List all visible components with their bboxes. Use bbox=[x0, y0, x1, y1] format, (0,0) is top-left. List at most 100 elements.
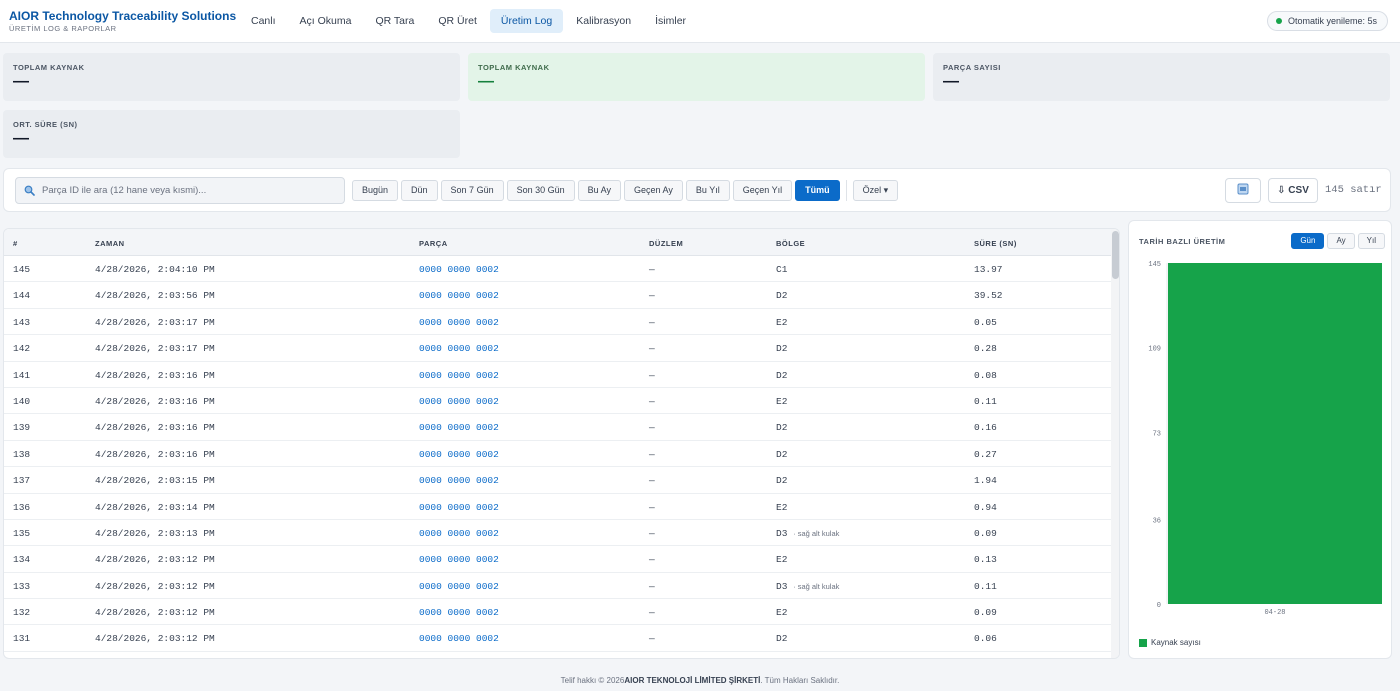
cell-time: 4/28/2026, 2:03:12 PM bbox=[95, 633, 215, 645]
cell-duration: 0.09 bbox=[974, 527, 997, 539]
table-row[interactable]: 132 4/28/2026, 2:03:12 PM 0000 0000 0002 — E… bbox=[4, 599, 1111, 626]
table-row[interactable]: 142 4/28/2026, 2:03:17 PM 0000 0000 0002 — D… bbox=[4, 335, 1111, 362]
cell-part-id[interactable]: 0000 0000 0002 bbox=[419, 554, 499, 565]
cell-duration: 0.16 bbox=[974, 422, 997, 434]
cell-part-id[interactable]: 0000 0000 0002 bbox=[419, 449, 499, 460]
cell-index: 133 bbox=[13, 580, 31, 592]
cell-part-id[interactable]: 0000 0000 0002 bbox=[419, 396, 499, 407]
range-button[interactable]: Dün bbox=[401, 180, 438, 201]
cell-time: 4/28/2026, 2:04:10 PM bbox=[95, 264, 215, 275]
cell-time: 4/28/2026, 2:03:17 PM bbox=[95, 343, 215, 355]
table-row[interactable]: 134 4/28/2026, 2:03:12 PM 0000 0000 0002 — E… bbox=[4, 546, 1111, 573]
range-button[interactable]: Bu Ay bbox=[577, 180, 621, 201]
table-row[interactable]: 136 4/28/2026, 2:03:14 PM 0000 0000 0002 — E… bbox=[4, 494, 1111, 520]
cell-index: 141 bbox=[13, 369, 31, 381]
cell-index: 137 bbox=[13, 475, 31, 487]
scrollbar-thumb[interactable] bbox=[1112, 231, 1119, 279]
table-scrollbar[interactable] bbox=[1111, 229, 1119, 658]
range-button[interactable]: Bu Yıl bbox=[685, 180, 730, 201]
nav-tab[interactable]: Canlı bbox=[240, 9, 287, 33]
chart-title: TARİH BAZLI ÜRETİM bbox=[1139, 237, 1226, 246]
cell-duration: 0.09 bbox=[974, 607, 997, 619]
cell-plane: — bbox=[649, 290, 655, 302]
table-row[interactable]: 138 4/28/2026, 2:03:16 PM 0000 0000 0002 — D… bbox=[4, 441, 1111, 468]
cell-part-id[interactable]: 0000 0000 0002 bbox=[419, 343, 499, 354]
cell-index: 135 bbox=[13, 527, 31, 539]
csv-export-button[interactable]: ⇩ CSV bbox=[1268, 178, 1318, 203]
stat-card-part-count: PARÇA SAYISI — bbox=[933, 53, 1390, 101]
cell-part-id[interactable]: 0000 0000 0002 bbox=[419, 607, 499, 618]
region-code: D2 bbox=[776, 448, 788, 460]
granularity-button[interactable]: Yıl bbox=[1357, 233, 1385, 249]
cell-time: 4/28/2026, 2:03:16 PM bbox=[95, 395, 215, 407]
cell-part-id[interactable]: 0000 0000 0002 bbox=[419, 370, 499, 381]
main-nav: Canlı Açı Okuma QR Tara QR Üret Üretim Log Ka… bbox=[240, 9, 697, 33]
nav-tab[interactable]: Açı Okuma bbox=[289, 9, 363, 33]
cell-duration: 0.11 bbox=[974, 580, 997, 592]
auto-refresh-badge[interactable]: Otomatik yenileme: 5s bbox=[1266, 11, 1388, 31]
cell-plane: — bbox=[649, 475, 655, 487]
search-input[interactable] bbox=[42, 185, 322, 196]
table-row[interactable]: 145 4/28/2026, 2:04:10 PM 0000 0000 0002 — C… bbox=[4, 256, 1111, 283]
table-header: # ZAMAN PARÇA DÜZLEM BÖLGE SÜRE (SN) bbox=[4, 229, 1111, 256]
cell-part-id[interactable]: 0000 0000 0002 bbox=[419, 317, 499, 328]
stat-card-label: TOPLAM KAYNAK bbox=[13, 63, 85, 72]
nav-tab[interactable]: Üretim Log bbox=[489, 9, 564, 33]
col-header-part: PARÇA bbox=[419, 239, 448, 248]
region-code: D2 bbox=[776, 422, 788, 434]
table-row[interactable]: 141 4/28/2026, 2:03:16 PM 0000 0000 0002 — D… bbox=[4, 362, 1111, 388]
range-button[interactable]: Geçen Ay bbox=[623, 180, 683, 201]
table-row[interactable]: 133 4/28/2026, 2:03:12 PM 0000 0000 0002 — D… bbox=[4, 573, 1111, 600]
range-button[interactable]: Son 30 Gün bbox=[506, 180, 575, 201]
table-row[interactable]: 131 4/28/2026, 2:03:12 PM 0000 0000 0002 — D… bbox=[4, 625, 1111, 652]
table-row[interactable]: 135 4/28/2026, 2:03:13 PM 0000 0000 0002 — D… bbox=[4, 520, 1111, 547]
cell-part-id[interactable]: 0000 0000 0002 bbox=[419, 581, 499, 592]
nav-tab[interactable]: QR Üret bbox=[427, 9, 488, 33]
x-tick-label: 04-28 bbox=[1264, 609, 1285, 617]
table-row[interactable]: 140 4/28/2026, 2:03:16 PM 0000 0000 0002 — E… bbox=[4, 388, 1111, 415]
range-button[interactable]: Son 7 Gün bbox=[440, 180, 504, 201]
range-button[interactable]: Bugün bbox=[352, 180, 399, 201]
region-code: E2 bbox=[776, 554, 788, 566]
table-row[interactable]: 144 4/28/2026, 2:03:56 PM 0000 0000 0002 — D… bbox=[4, 282, 1111, 309]
cell-time: 4/28/2026, 2:03:56 PM bbox=[95, 290, 215, 302]
search-box[interactable] bbox=[15, 177, 345, 204]
table-body: 145 4/28/2026, 2:04:10 PM 0000 0000 0002 — C… bbox=[4, 256, 1111, 652]
granularity-button[interactable]: Ay bbox=[1327, 233, 1355, 249]
brand-title: AIOR Technology Traceability Solutions bbox=[9, 9, 237, 23]
app-header: AIOR Technology Traceability Solutions Ü… bbox=[0, 0, 1400, 43]
table-row[interactable]: 137 4/28/2026, 2:03:15 PM 0000 0000 0002 — D… bbox=[4, 467, 1111, 494]
print-button[interactable] bbox=[1225, 178, 1261, 203]
range-button[interactable]: Tümü bbox=[795, 180, 840, 201]
granularity-button[interactable]: Gün bbox=[1291, 233, 1325, 249]
table-row[interactable]: 139 4/28/2026, 2:03:16 PM 0000 0000 0002 — D… bbox=[4, 414, 1111, 441]
y-tick-label: 109 bbox=[1148, 346, 1161, 354]
cell-plane: — bbox=[649, 448, 655, 460]
nav-tab[interactable]: İsimler bbox=[644, 9, 697, 33]
cell-plane: — bbox=[649, 264, 655, 275]
nav-tab[interactable]: Kalibrasyon bbox=[565, 9, 642, 33]
cell-part-id[interactable]: 0000 0000 0002 bbox=[419, 422, 499, 433]
cell-part-id[interactable]: 0000 0000 0002 bbox=[419, 633, 499, 644]
cell-plane: — bbox=[649, 607, 655, 619]
cell-index: 134 bbox=[13, 554, 31, 566]
y-tick-label: 73 bbox=[1153, 430, 1161, 438]
cell-part-id[interactable]: 0000 0000 0002 bbox=[419, 290, 499, 301]
cell-plane: — bbox=[649, 554, 655, 566]
custom-range-dropdown[interactable]: Özel ▾ bbox=[852, 180, 899, 201]
cell-part-id[interactable]: 0000 0000 0002 bbox=[419, 502, 499, 513]
table-row[interactable]: 143 4/28/2026, 2:03:17 PM 0000 0000 0002 — E… bbox=[4, 309, 1111, 336]
range-button[interactable]: Geçen Yıl bbox=[732, 180, 793, 201]
y-tick-label: 36 bbox=[1153, 517, 1161, 525]
nav-tab[interactable]: QR Tara bbox=[364, 9, 425, 33]
production-chart-card: TARİH BAZLI ÜRETİM Gün Ay Yıl 0 36 73 109 145 0… bbox=[1128, 220, 1392, 659]
stat-card-label: TOPLAM KAYNAK bbox=[478, 63, 550, 72]
cell-part-id[interactable]: 0000 0000 0002 bbox=[419, 264, 499, 275]
cell-part-id[interactable]: 0000 0000 0002 bbox=[419, 475, 499, 486]
chart-bar[interactable] bbox=[1168, 263, 1382, 604]
y-tick-label: 0 bbox=[1157, 602, 1161, 610]
cell-part-id[interactable]: 0000 0000 0002 bbox=[419, 528, 499, 539]
auto-refresh-label: Otomatik yenileme: 5s bbox=[1287, 16, 1377, 26]
region-code: D2 bbox=[776, 369, 788, 381]
cell-time: 4/28/2026, 2:03:13 PM bbox=[95, 527, 215, 539]
